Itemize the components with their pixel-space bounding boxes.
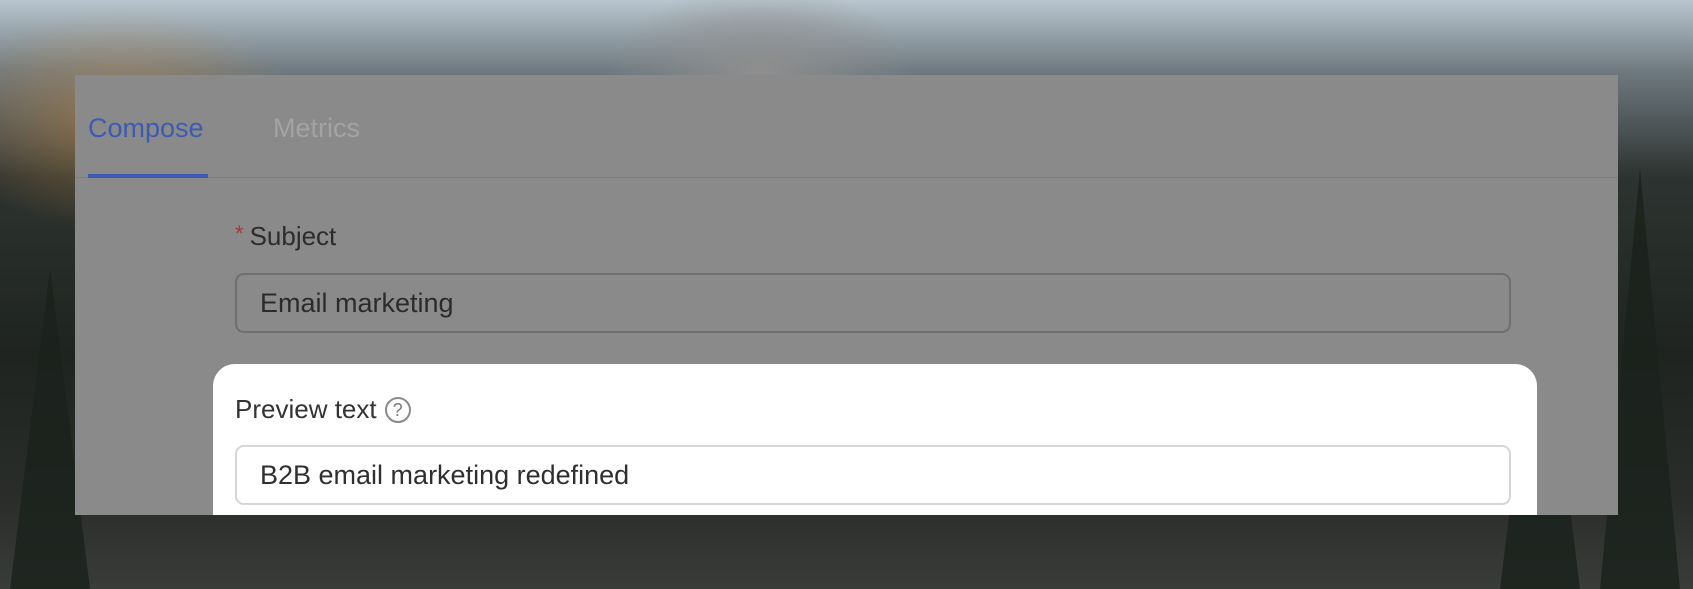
tab-compose[interactable]: Compose bbox=[88, 115, 204, 142]
subject-label: * Subject bbox=[235, 221, 337, 251]
subject-input[interactable]: Email marketing bbox=[235, 273, 1511, 333]
required-mark: * bbox=[235, 221, 244, 246]
preview-text-input[interactable]: B2B email marketing redefined bbox=[235, 445, 1511, 505]
compose-panel: Compose Metrics * Subject Email marketing… bbox=[75, 75, 1618, 515]
active-tab-indicator bbox=[88, 174, 208, 178]
subject-label-text: Subject bbox=[249, 221, 337, 251]
tab-bar: Compose Metrics bbox=[75, 75, 1618, 178]
preview-text-label-text: Preview text bbox=[235, 394, 377, 424]
preview-text-label: Preview text? bbox=[235, 396, 411, 423]
tab-metrics[interactable]: Metrics bbox=[273, 115, 360, 142]
help-icon[interactable]: ? bbox=[384, 397, 411, 423]
preview-text-card: Preview text? B2B email marketing redefi… bbox=[213, 364, 1537, 515]
